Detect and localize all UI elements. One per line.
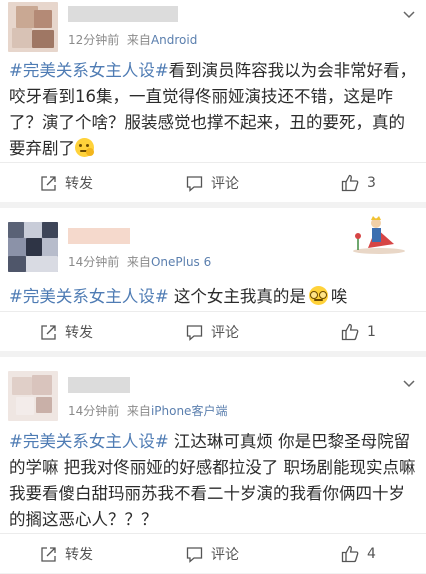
- chevron-down-icon[interactable]: [401, 375, 417, 391]
- nerd-emoji-icon: [308, 286, 328, 305]
- post-text: 这个女主我真的是: [168, 287, 306, 306]
- action-bar: 转发 评论 3: [0, 162, 426, 203]
- thumbs-up-icon: [341, 174, 359, 192]
- repost-button[interactable]: 转发: [40, 312, 93, 352]
- post-content: #完美关系女主人设# 这个女主我真的是 唉: [9, 284, 419, 310]
- post-source[interactable]: Android: [151, 33, 197, 47]
- post-text-after: 唉: [330, 287, 348, 306]
- share-icon: [41, 546, 56, 562]
- post-source[interactable]: OnePlus 6: [151, 255, 211, 269]
- repost-label: 转发: [65, 325, 93, 341]
- like-button[interactable]: 1: [341, 312, 376, 352]
- like-count: 3: [367, 175, 376, 191]
- source-prefix: 来自: [126, 404, 151, 418]
- comment-label: 评论: [211, 325, 239, 341]
- comment-icon: [186, 175, 203, 192]
- username[interactable]: [68, 228, 130, 244]
- comment-icon: [186, 324, 203, 341]
- username[interactable]: [68, 377, 130, 393]
- action-bar: 转发 评论 4: [0, 533, 426, 574]
- thumbs-up-icon: [341, 545, 359, 563]
- post-meta: 12分钟前 来自Android: [68, 31, 197, 48]
- avatar[interactable]: [8, 222, 58, 272]
- comment-button[interactable]: 评论: [186, 163, 239, 203]
- avatar[interactable]: [8, 371, 58, 421]
- share-icon: [41, 324, 56, 340]
- post-content: #完美关系女主人设#看到演员阵容我以为会非常好看，咬牙看到16集，一直觉得佟丽娅…: [9, 58, 419, 162]
- like-button[interactable]: 4: [341, 534, 376, 574]
- action-bar: 转发 评论 1: [0, 311, 426, 352]
- chevron-down-icon[interactable]: [401, 6, 417, 22]
- source-prefix: 来自: [126, 255, 151, 269]
- share-icon: [41, 175, 56, 191]
- comment-label: 评论: [211, 547, 239, 563]
- like-count: 1: [367, 324, 376, 340]
- repost-label: 转发: [65, 547, 93, 563]
- post-time: 12分钟前: [68, 33, 120, 47]
- thinking-emoji-icon: [75, 138, 94, 157]
- username[interactable]: [68, 6, 178, 22]
- hashtag-link[interactable]: #完美关系女主人设#: [9, 432, 169, 451]
- post-time: 14分钟前: [68, 404, 120, 418]
- weibo-post: 12分钟前 来自Android #完美关系女主人设#看到演员阵容我以为会非常好看…: [0, 0, 426, 202]
- avatar[interactable]: [8, 2, 58, 52]
- like-button[interactable]: 3: [341, 163, 376, 203]
- post-meta: 14分钟前 来自iPhone客户端: [68, 402, 227, 419]
- comment-icon: [186, 546, 203, 563]
- weibo-post: 14分钟前 来自iPhone客户端 #完美关系女主人设# 江达琳可真烦 你是巴黎…: [0, 357, 426, 573]
- weibo-post: 14分钟前 来自OnePlus 6 #完美关系女主人设# 这个女主我真的是 唉 转…: [0, 208, 426, 351]
- repost-button[interactable]: 转发: [40, 534, 93, 574]
- post-meta: 14分钟前 来自OnePlus 6: [68, 253, 211, 270]
- post-time: 14分钟前: [68, 255, 120, 269]
- source-prefix: 来自: [126, 33, 151, 47]
- comment-label: 评论: [211, 176, 239, 192]
- hashtag-link[interactable]: #完美关系女主人设#: [9, 61, 169, 80]
- post-source[interactable]: iPhone客户端: [151, 404, 228, 418]
- post-content: #完美关系女主人设# 江达琳可真烦 你是巴黎圣母院留的学嘛 把我对佟丽娅的好感都…: [9, 429, 419, 533]
- hashtag-link[interactable]: #完美关系女主人设#: [9, 287, 169, 306]
- comment-button[interactable]: 评论: [186, 312, 239, 352]
- repost-button[interactable]: 转发: [40, 163, 93, 203]
- comment-button[interactable]: 评论: [186, 534, 239, 574]
- like-count: 4: [367, 546, 376, 562]
- repost-label: 转发: [65, 176, 93, 192]
- thumbs-up-icon: [341, 323, 359, 341]
- prince-badge-icon: [353, 216, 405, 254]
